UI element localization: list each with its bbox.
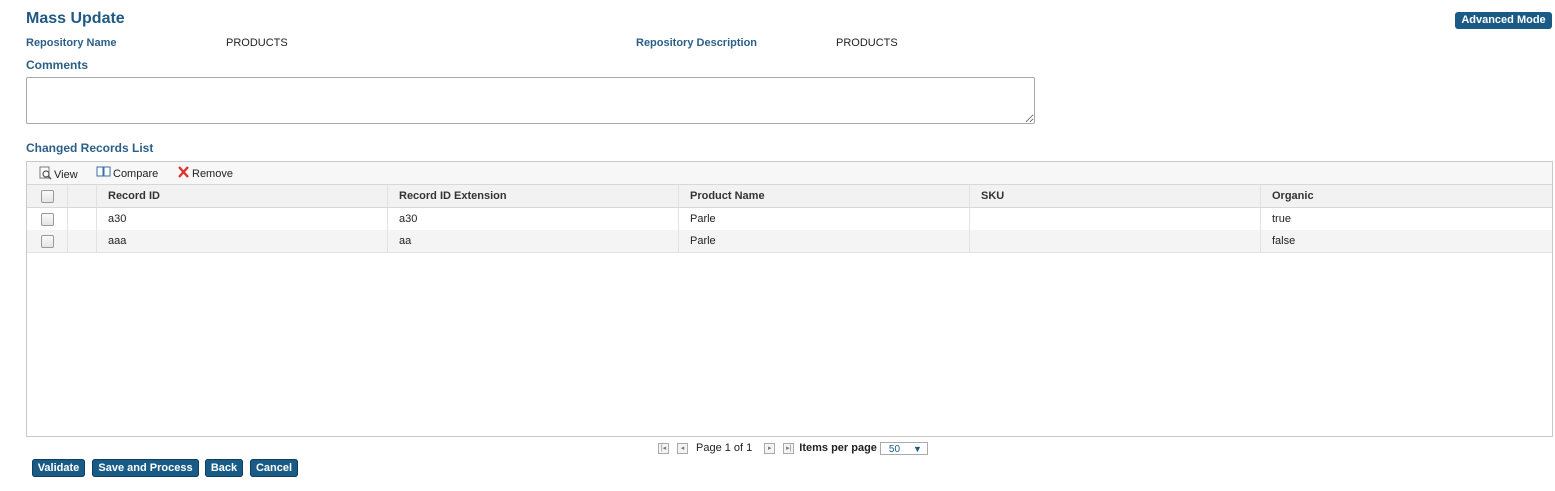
column-header-sku[interactable]: SKU (970, 185, 1261, 207)
comments-label: Comments (26, 58, 89, 72)
record-id-extension-cell: aa (388, 230, 679, 252)
changed-records-title: Changed Records List (26, 141, 154, 155)
compare-icon (96, 166, 111, 181)
organic-cell: true (1272, 213, 1291, 225)
select-all-cell (27, 185, 68, 207)
header-spacer-cell (68, 185, 97, 207)
grid-toolbar: View Compare Remove (27, 162, 1552, 185)
remove-icon (177, 166, 190, 181)
compare-label: Compare (113, 167, 159, 180)
repository-description-label: Repository Description (636, 37, 758, 49)
page-indicator: Page 1 of 1 (696, 442, 753, 454)
table-row[interactable]: a30 a30 Parle true (27, 208, 1552, 231)
pager: |◂ ◂ Page 1 of 1 ▸ ▸| Items per page 50 … (658, 440, 928, 456)
save-and-process-button[interactable]: Save and Process (92, 459, 199, 477)
view-label: View (54, 168, 78, 181)
grid-header-row: Record ID Record ID Extension Product Na… (27, 185, 1552, 208)
first-page-icon[interactable]: |◂ (658, 442, 669, 454)
view-icon (39, 166, 52, 183)
repository-name-value: PRODUCTS (226, 37, 288, 49)
items-per-page-select[interactable]: 50 ▼ (879, 441, 928, 455)
remove-button[interactable]: Remove (177, 166, 233, 181)
row-spacer-cell (68, 208, 97, 230)
table-row[interactable]: aaa aa Parle false (27, 230, 1552, 253)
row-spacer-cell (68, 230, 97, 252)
advanced-mode-button[interactable]: Advanced Mode (1455, 12, 1552, 29)
repository-name-label: Repository Name (26, 37, 117, 49)
select-all-checkbox[interactable] (41, 190, 54, 203)
validate-button[interactable]: Validate (32, 459, 85, 477)
organic-cell: false (1272, 235, 1296, 247)
column-header-record-id-extension[interactable]: Record ID Extension (388, 185, 679, 207)
next-page-icon[interactable]: ▸ (764, 442, 776, 454)
record-id-cell: a30 (97, 208, 388, 230)
row-select-cell (27, 208, 68, 230)
sku-cell (970, 230, 1261, 252)
last-page-icon[interactable]: ▸| (783, 442, 795, 454)
items-per-page-value: 50 (888, 443, 901, 455)
back-button[interactable]: Back (205, 459, 243, 477)
column-header-product-name[interactable]: Product Name (679, 185, 970, 207)
items-per-page-label: Items per page (799, 442, 877, 454)
column-header-record-id[interactable]: Record ID (97, 185, 388, 207)
record-id-cell: aaa (97, 230, 388, 252)
remove-label: Remove (192, 167, 233, 180)
dropdown-arrow-icon: ▼ (913, 443, 922, 454)
cancel-button[interactable]: Cancel (250, 459, 298, 477)
row-checkbox[interactable] (41, 235, 54, 248)
sku-cell (970, 208, 1261, 230)
repository-description-value: PRODUCTS (836, 37, 898, 49)
column-header-organic[interactable]: Organic (1261, 185, 1552, 207)
page-title: Mass Update (26, 10, 125, 27)
previous-page-icon[interactable]: ◂ (677, 442, 688, 454)
changed-records-grid: View Compare Remove Record ID Record ID … (26, 161, 1553, 437)
row-checkbox[interactable] (41, 213, 54, 226)
product-name-cell: Parle (679, 230, 970, 252)
product-name-cell: Parle (679, 208, 970, 230)
view-button[interactable]: View (39, 166, 78, 183)
comments-textarea[interactable] (26, 77, 1035, 124)
record-id-extension-cell: a30 (388, 208, 679, 230)
compare-button[interactable]: Compare (96, 166, 158, 181)
row-select-cell (27, 230, 68, 252)
